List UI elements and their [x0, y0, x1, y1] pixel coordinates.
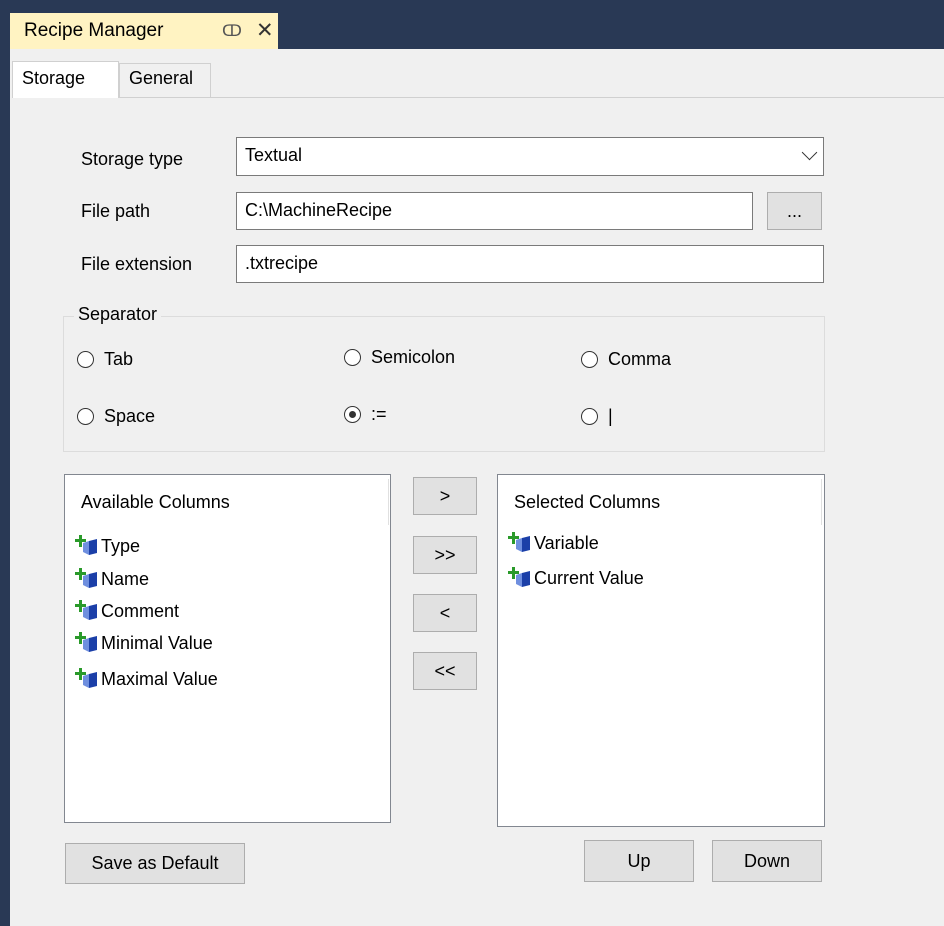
file-extension-value: .txtrecipe [245, 253, 319, 273]
document-tab[interactable]: Recipe Manager ↀ ✕ [10, 13, 278, 49]
radio-circle-checked [344, 406, 361, 423]
add-column-icon [75, 568, 97, 588]
radio-semicolon[interactable]: Semicolon [344, 347, 455, 368]
add-column-icon [75, 600, 97, 620]
selected-columns-header: Selected Columns [514, 492, 661, 512]
list-scroll-edge [821, 479, 822, 525]
available-column-label: Comment [101, 600, 180, 621]
radio-tab[interactable]: Tab [77, 349, 133, 370]
available-column-label: Type [101, 535, 141, 556]
radio-assign[interactable]: := [344, 404, 387, 425]
add-column-button-label: > [439, 485, 451, 506]
save-as-default-button-label: Save as Default [91, 853, 219, 873]
down-button[interactable]: Down [712, 840, 822, 882]
remove-all-columns-button-label: << [434, 660, 456, 681]
add-column-icon [508, 567, 530, 587]
radio-circle [344, 349, 361, 366]
radio-circle [581, 351, 598, 368]
available-columns-list[interactable]: Available Columns Type Name Comment Mini… [64, 474, 391, 823]
separator-group [63, 316, 825, 452]
radio-circle [581, 408, 598, 425]
up-button-label: Up [627, 850, 651, 871]
list-item[interactable]: Variable [508, 528, 599, 558]
remove-column-button-label: < [439, 602, 451, 623]
selected-column-label: Current Value [534, 567, 644, 588]
add-column-icon [75, 535, 97, 555]
up-button[interactable]: Up [584, 840, 694, 882]
radio-circle [77, 408, 94, 425]
down-button-label: Down [743, 850, 791, 871]
radio-comma[interactable]: Comma [581, 349, 671, 370]
radio-comma-label: Comma [608, 349, 672, 369]
add-column-button[interactable]: > [413, 477, 477, 515]
list-scroll-edge [388, 479, 389, 525]
file-extension-input[interactable]: .txtrecipe [236, 245, 824, 283]
file-path-value: C:\MachineRecipe [245, 200, 393, 220]
radio-pipe[interactable]: | [581, 406, 613, 427]
file-extension-label: File extension [81, 254, 193, 274]
document-tab-title: Recipe Manager [24, 20, 164, 41]
available-column-label: Name [101, 568, 150, 589]
storage-type-value: Textual [245, 145, 303, 165]
chevron-down-icon [801, 144, 818, 161]
list-item[interactable]: Comment [75, 596, 179, 626]
radio-space-label: Space [104, 406, 156, 426]
radio-assign-label: := [371, 404, 387, 424]
storage-type-label: Storage type [81, 149, 184, 169]
file-path-input[interactable]: C:\MachineRecipe [236, 192, 753, 230]
left-frame [0, 0, 8, 926]
radio-tab-label: Tab [104, 349, 134, 369]
file-path-label: File path [81, 201, 151, 221]
radio-circle [77, 351, 94, 368]
radio-space[interactable]: Space [77, 406, 155, 427]
add-column-icon [508, 532, 530, 552]
list-item[interactable]: Minimal Value [75, 628, 213, 658]
selected-columns-list[interactable]: Selected Columns Variable Current Value [497, 474, 825, 827]
browse-button-label: ... [786, 200, 802, 221]
tab-divider [13, 97, 944, 98]
radio-semicolon-label: Semicolon [371, 347, 456, 367]
save-as-default-button[interactable]: Save as Default [65, 843, 245, 884]
pin-icon[interactable]: ↀ [222, 21, 242, 41]
list-item[interactable]: Current Value [508, 563, 644, 593]
close-icon[interactable]: ✕ [256, 18, 274, 43]
list-item[interactable]: Type [75, 531, 140, 561]
add-all-columns-button-label: >> [434, 544, 456, 565]
remove-all-columns-button[interactable]: << [413, 652, 477, 690]
add-column-icon [75, 632, 97, 652]
list-item[interactable]: Name [75, 564, 149, 594]
available-column-label: Maximal Value [101, 668, 218, 689]
separator-group-title: Separator [74, 304, 162, 325]
available-columns-header: Available Columns [81, 492, 230, 512]
list-item[interactable]: Maximal Value [75, 664, 218, 694]
tab-storage-label: Storage [22, 68, 86, 88]
add-all-columns-button[interactable]: >> [413, 536, 477, 574]
storage-type-select[interactable]: Textual [236, 137, 824, 176]
tab-general[interactable]: General [119, 63, 211, 97]
tab-storage[interactable]: Storage [12, 61, 119, 98]
remove-column-button[interactable]: < [413, 594, 477, 632]
radio-pipe-label: | [608, 406, 613, 426]
tab-general-label: General [129, 68, 194, 88]
browse-button[interactable]: ... [767, 192, 822, 230]
selected-column-label: Variable [534, 532, 599, 553]
add-column-icon [75, 668, 97, 688]
available-column-label: Minimal Value [101, 632, 213, 653]
